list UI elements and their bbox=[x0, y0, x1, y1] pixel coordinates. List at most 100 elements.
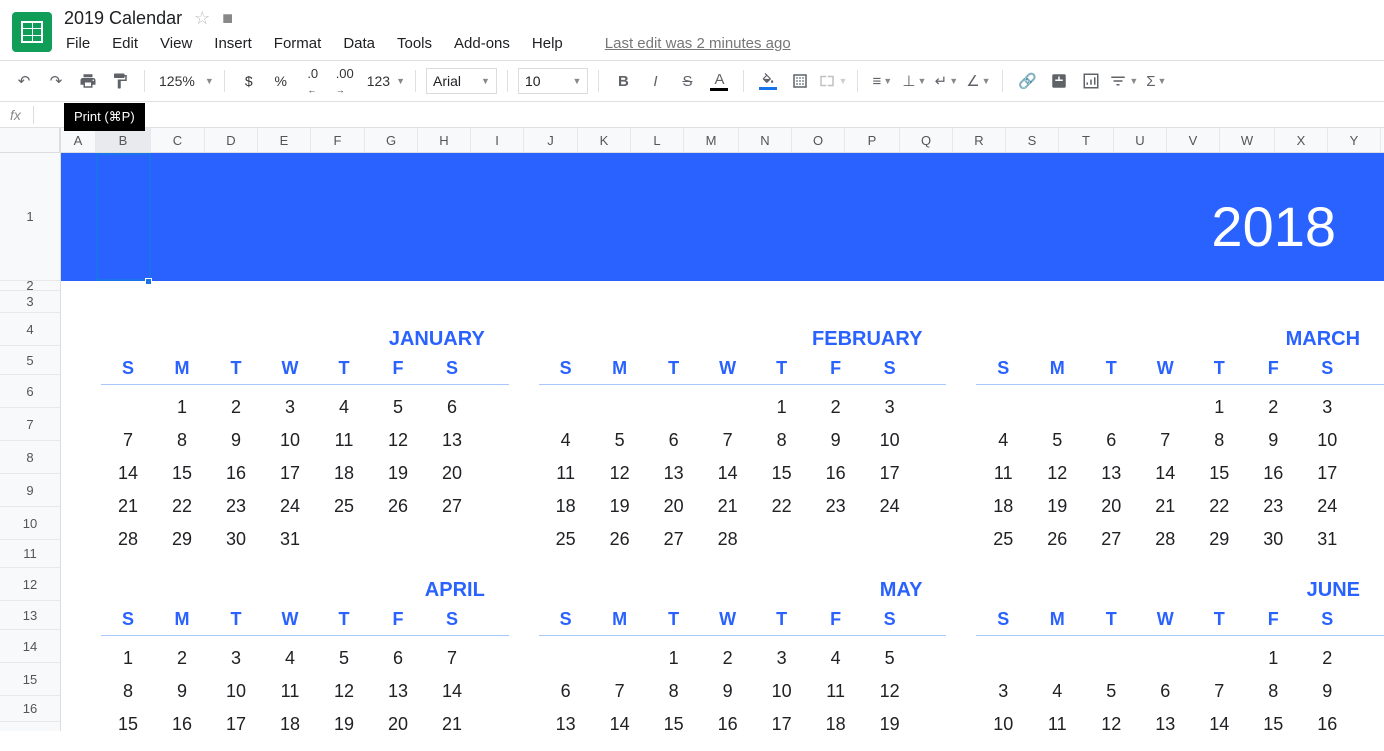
day-cell[interactable]: 7 bbox=[1138, 430, 1192, 451]
column-header[interactable]: P bbox=[845, 128, 900, 152]
day-cell[interactable]: 3 bbox=[1300, 397, 1354, 418]
chart-button[interactable] bbox=[1077, 67, 1105, 95]
font-size-dropdown[interactable]: 10▼ bbox=[518, 68, 589, 94]
day-cell[interactable]: 7 bbox=[593, 681, 647, 702]
column-header[interactable]: R bbox=[953, 128, 1006, 152]
day-cell[interactable]: 2 bbox=[809, 397, 863, 418]
day-cell[interactable]: 26 bbox=[593, 529, 647, 550]
day-cell[interactable]: 11 bbox=[1030, 714, 1084, 731]
column-header[interactable]: W bbox=[1220, 128, 1275, 152]
link-button[interactable]: 🔗 bbox=[1013, 67, 1041, 95]
column-header[interactable]: C bbox=[151, 128, 205, 152]
column-header[interactable]: L bbox=[631, 128, 684, 152]
currency-button[interactable]: $ bbox=[235, 67, 263, 95]
day-cell[interactable]: 15 bbox=[755, 463, 809, 484]
day-cell[interactable]: 5 bbox=[371, 397, 425, 418]
strikethrough-button[interactable]: S bbox=[673, 67, 701, 95]
paint-format-button[interactable] bbox=[106, 67, 134, 95]
day-cell[interactable]: 1 bbox=[1246, 648, 1300, 669]
day-cell[interactable]: 21 bbox=[701, 496, 755, 517]
day-cell[interactable]: 23 bbox=[209, 496, 263, 517]
day-cell[interactable]: 11 bbox=[539, 463, 593, 484]
day-cell[interactable]: 8 bbox=[647, 681, 701, 702]
day-cell[interactable]: 21 bbox=[425, 714, 479, 731]
last-edit-link[interactable]: Last edit was 2 minutes ago bbox=[605, 35, 791, 52]
menu-format[interactable]: Format bbox=[274, 35, 322, 52]
day-cell[interactable]: 10 bbox=[976, 714, 1030, 731]
day-cell[interactable]: 3 bbox=[863, 397, 917, 418]
formula-bar[interactable]: fx bbox=[0, 102, 1384, 128]
folder-icon[interactable]: ■ bbox=[222, 8, 233, 29]
day-cell[interactable]: 13 bbox=[1084, 463, 1138, 484]
italic-button[interactable]: I bbox=[641, 67, 669, 95]
day-cell[interactable]: 12 bbox=[1084, 714, 1138, 731]
day-cell[interactable]: 23 bbox=[1246, 496, 1300, 517]
day-cell[interactable]: 31 bbox=[1300, 529, 1354, 550]
day-cell[interactable]: 10 bbox=[863, 430, 917, 451]
day-cell[interactable]: 20 bbox=[425, 463, 479, 484]
day-cell[interactable]: 1 bbox=[1192, 397, 1246, 418]
day-cell[interactable]: 5 bbox=[863, 648, 917, 669]
column-header[interactable]: Y bbox=[1328, 128, 1381, 152]
day-cell[interactable]: 10 bbox=[209, 681, 263, 702]
day-cell[interactable]: 9 bbox=[1246, 430, 1300, 451]
day-cell[interactable]: 27 bbox=[425, 496, 479, 517]
menu-view[interactable]: View bbox=[160, 35, 192, 52]
day-cell[interactable]: 14 bbox=[101, 463, 155, 484]
row-header[interactable]: 8 bbox=[0, 441, 60, 474]
menu-file[interactable]: File bbox=[66, 35, 90, 52]
day-cell[interactable]: 3 bbox=[976, 681, 1030, 702]
redo-button[interactable]: ↷ bbox=[42, 67, 70, 95]
column-header[interactable]: A bbox=[61, 128, 96, 152]
column-header[interactable]: Q bbox=[900, 128, 953, 152]
day-cell[interactable]: 4 bbox=[1030, 681, 1084, 702]
day-cell[interactable]: 6 bbox=[1138, 681, 1192, 702]
day-cell[interactable]: 6 bbox=[425, 397, 479, 418]
rotate-button[interactable]: ∠▼ bbox=[964, 67, 992, 95]
column-header[interactable]: G bbox=[365, 128, 418, 152]
day-cell[interactable]: 24 bbox=[863, 496, 917, 517]
menu-help[interactable]: Help bbox=[532, 35, 563, 52]
functions-button[interactable]: Σ▼ bbox=[1142, 67, 1170, 95]
day-cell[interactable]: 19 bbox=[371, 463, 425, 484]
document-title[interactable]: 2019 Calendar bbox=[64, 8, 182, 29]
fill-color-button[interactable] bbox=[754, 67, 782, 95]
merge-button[interactable]: ▼ bbox=[818, 67, 847, 95]
day-cell[interactable]: 16 bbox=[1246, 463, 1300, 484]
day-cell[interactable]: 2 bbox=[701, 648, 755, 669]
day-cell[interactable]: 22 bbox=[755, 496, 809, 517]
column-header[interactable]: K bbox=[578, 128, 631, 152]
day-cell[interactable]: 1 bbox=[755, 397, 809, 418]
day-cell[interactable]: 1 bbox=[155, 397, 209, 418]
column-header[interactable]: I bbox=[471, 128, 524, 152]
day-cell[interactable]: 17 bbox=[263, 463, 317, 484]
day-cell[interactable]: 2 bbox=[209, 397, 263, 418]
wrap-button[interactable]: ↵▼ bbox=[932, 67, 960, 95]
day-cell[interactable]: 20 bbox=[371, 714, 425, 731]
day-cell[interactable]: 13 bbox=[539, 714, 593, 731]
v-align-button[interactable]: ⊥▼ bbox=[900, 67, 928, 95]
h-align-button[interactable]: ≡▼ bbox=[868, 67, 896, 95]
day-cell[interactable]: 11 bbox=[263, 681, 317, 702]
day-cell[interactable]: 4 bbox=[317, 397, 371, 418]
menu-addons[interactable]: Add-ons bbox=[454, 35, 510, 52]
bold-button[interactable]: B bbox=[609, 67, 637, 95]
day-cell[interactable]: 27 bbox=[647, 529, 701, 550]
day-cell[interactable]: 8 bbox=[1246, 681, 1300, 702]
comment-button[interactable] bbox=[1045, 67, 1073, 95]
row-header[interactable]: 14 bbox=[0, 630, 60, 663]
day-cell[interactable]: 19 bbox=[863, 714, 917, 731]
day-cell[interactable]: 14 bbox=[593, 714, 647, 731]
day-cell[interactable]: 26 bbox=[371, 496, 425, 517]
day-cell[interactable]: 9 bbox=[1300, 681, 1354, 702]
day-cell[interactable]: 27 bbox=[1084, 529, 1138, 550]
cells-area[interactable]: 2018 JANUARYSMTWTFS123456789101112131415… bbox=[61, 153, 1384, 731]
menu-edit[interactable]: Edit bbox=[112, 35, 138, 52]
day-cell[interactable]: 30 bbox=[1246, 529, 1300, 550]
day-cell[interactable]: 26 bbox=[1030, 529, 1084, 550]
day-cell[interactable]: 20 bbox=[1084, 496, 1138, 517]
day-cell[interactable]: 31 bbox=[263, 529, 317, 550]
day-cell[interactable]: 15 bbox=[1192, 463, 1246, 484]
day-cell[interactable]: 12 bbox=[317, 681, 371, 702]
day-cell[interactable]: 6 bbox=[539, 681, 593, 702]
